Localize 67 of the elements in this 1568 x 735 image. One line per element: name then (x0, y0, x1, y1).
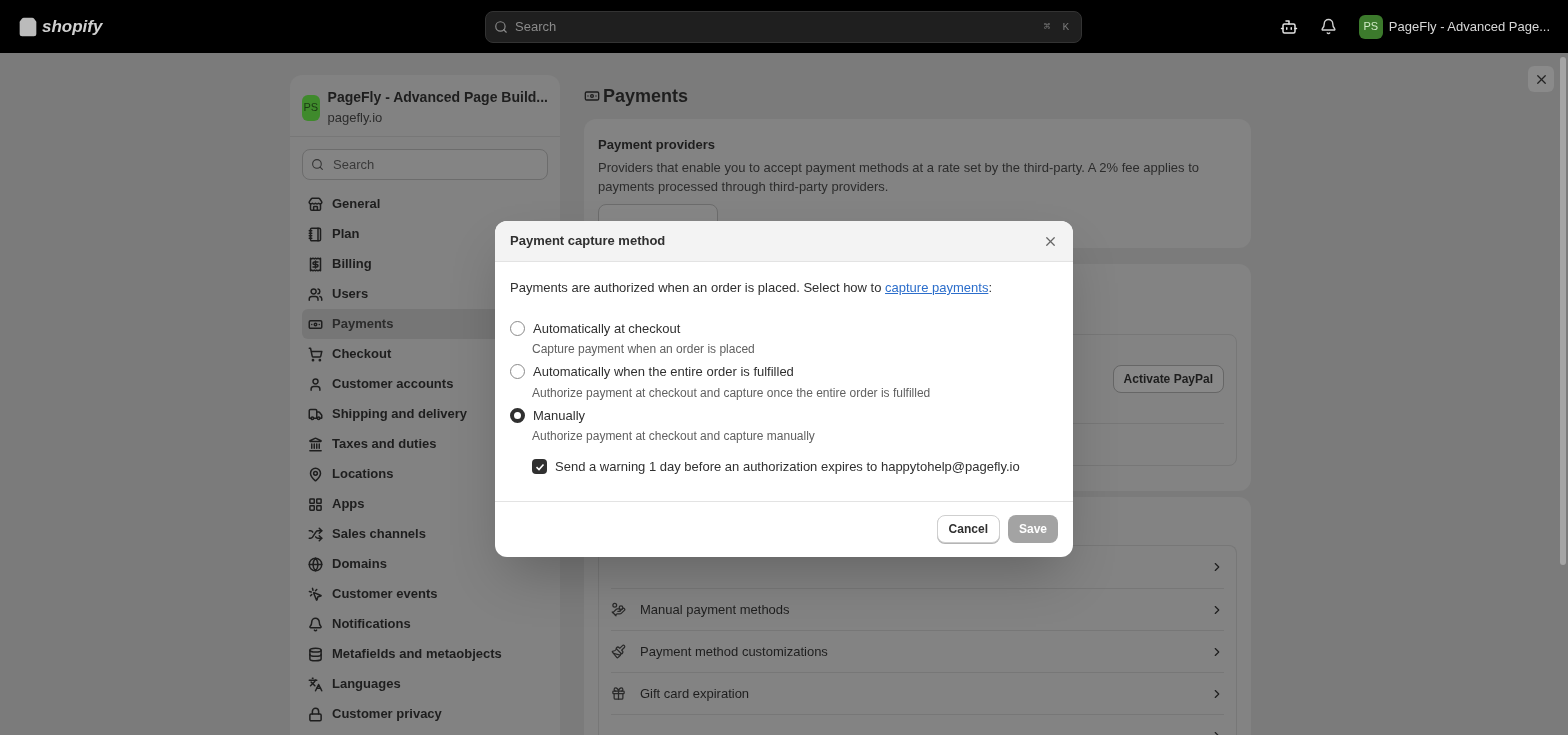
sidebar-item[interactable]: Billing (302, 249, 548, 279)
settings-row[interactable]: Payment method customizations (611, 630, 1224, 672)
landmark-icon (308, 436, 323, 452)
check-icon (534, 461, 545, 472)
receipt-icon (308, 256, 323, 272)
users-icon (308, 286, 323, 302)
globe-icon (308, 556, 323, 572)
pin-icon (308, 466, 323, 482)
sidebar-item[interactable]: Locations (302, 459, 548, 489)
activate-paypal-button[interactable]: Activate PayPal (1112, 365, 1224, 393)
banknote-icon (584, 88, 600, 104)
shortcut-key: K (1059, 18, 1072, 35)
option-description: Authorize payment at checkout and capture manually (532, 428, 816, 445)
shuffle-icon (308, 526, 323, 542)
card-description: Providers that enable you to accept payment methods at a rate set by the third-party. A 2% fee applies to payments processed through third-party providers. (598, 158, 1200, 196)
sidebar-item[interactable]: Sales channels (302, 519, 548, 549)
option-label: Manually (533, 406, 586, 425)
cart-icon (308, 346, 323, 362)
robot-icon[interactable] (1279, 17, 1298, 36)
radio-button[interactable] (510, 407, 525, 423)
sidebar-item[interactable]: Customer events (302, 579, 548, 609)
sidebar-item[interactable]: Domains (302, 549, 548, 579)
settings-row[interactable]: Manual payment methods (611, 588, 1224, 630)
lock-icon (308, 706, 323, 722)
shopify-bag-icon (18, 15, 38, 38)
store-icon (308, 196, 323, 212)
store-avatar: PS (302, 94, 320, 121)
store-name: PageFly - Advanced Page Build... (327, 88, 548, 108)
checkbox-label: Send a warning 1 day before an authorization expires to happytohelp@pagefly.io (555, 458, 1020, 476)
page-title: Payments (603, 84, 689, 108)
languages-icon (308, 676, 323, 692)
database-icon (308, 646, 323, 662)
dialog-title: Payment capture method (510, 232, 667, 251)
option-label: Automatically when the entire order is fulfilled (533, 363, 794, 381)
bell-icon (308, 616, 323, 632)
gift-icon (611, 686, 626, 701)
sidebar-item[interactable]: Customer privacy (302, 699, 548, 729)
settings-row[interactable]: Gift card expiration (611, 672, 1224, 714)
truck-icon (308, 406, 323, 422)
coins-icon (611, 602, 626, 617)
store-domain: pagefly.io (327, 109, 384, 128)
sidebar-item[interactable]: Metafields and metaobjects (302, 639, 548, 669)
store-avatar[interactable]: PS (1358, 14, 1383, 39)
person-icon (308, 376, 323, 392)
sidebar-search-field[interactable]: Search (302, 149, 548, 180)
store-name[interactable]: PageFly - Advanced Page... (1388, 16, 1550, 37)
search-icon (494, 19, 508, 34)
intro-text: Payments are authorized when an order is placed. Select how to capture payments: (510, 279, 993, 297)
checkbox[interactable] (532, 459, 547, 475)
sidebar-item[interactable]: General (302, 189, 548, 219)
shortcut-key: ⌘ (1040, 18, 1054, 35)
sidebar-item[interactable]: Notifications (302, 609, 548, 639)
option-description: Capture payment when an order is placed (532, 341, 756, 358)
brush-icon (611, 644, 626, 659)
sidebar-item[interactable]: Languages (302, 669, 548, 699)
pointer-icon (308, 586, 323, 602)
option-description: Authorize payment at checkout and capture once the entire order is fulfilled (532, 384, 932, 402)
grid-icon (308, 496, 323, 512)
notification-icon[interactable] (1319, 18, 1337, 35)
cancel-button[interactable]: Cancel (936, 515, 1000, 543)
notebook-icon (308, 226, 323, 242)
sidebar-item[interactable]: Apps (302, 489, 548, 519)
scrollbar-thumb[interactable] (1560, 57, 1566, 565)
card-title: Payment providers (598, 136, 716, 154)
logo-text: shopify (42, 15, 103, 38)
search-icon (311, 158, 324, 171)
close-button[interactable] (1528, 66, 1554, 92)
